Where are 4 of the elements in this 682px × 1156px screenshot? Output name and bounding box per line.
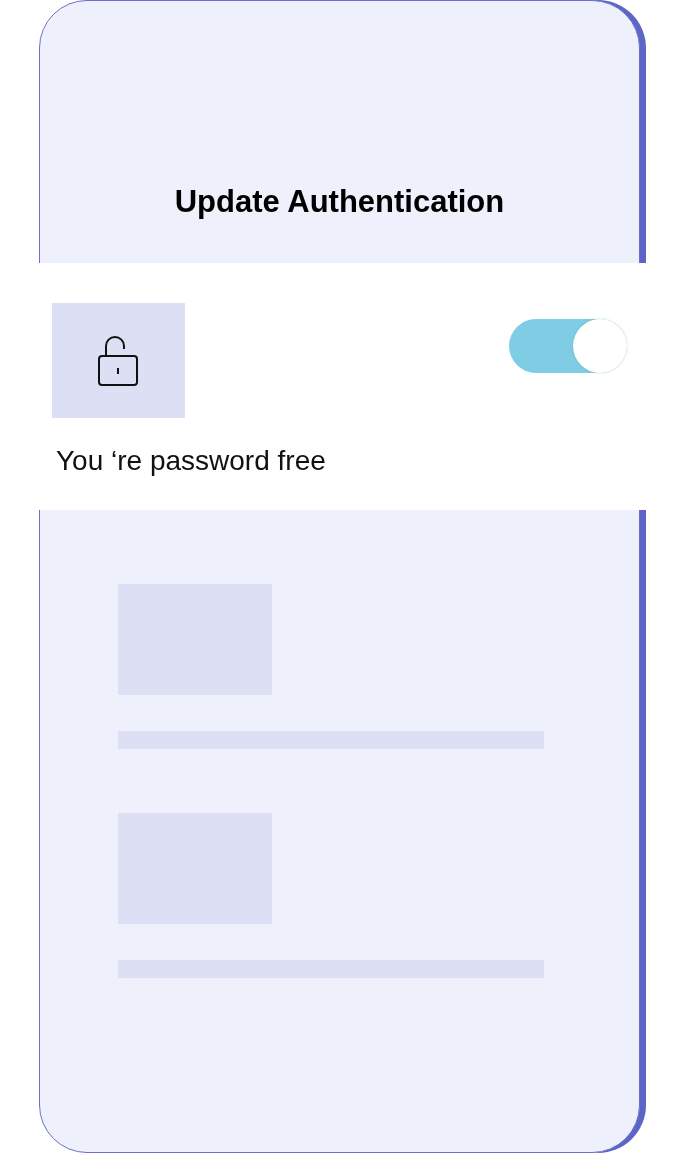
screen-title: Update Authentication [173,183,506,221]
toggle-switch[interactable] [509,319,627,373]
unlocked-padlock-icon [97,333,140,388]
status-message: You ‘re password free [56,444,327,478]
